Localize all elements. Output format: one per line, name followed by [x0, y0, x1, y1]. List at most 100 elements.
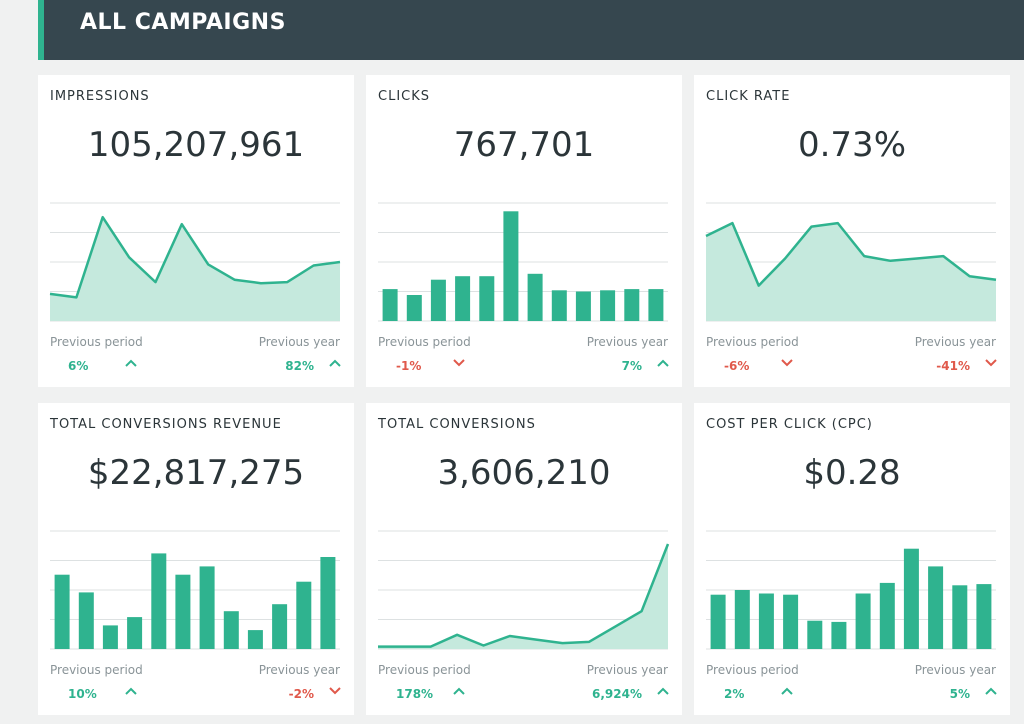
chart-bar[interactable]	[406, 295, 422, 321]
header-accent-bar	[38, 0, 44, 60]
previous-period-value: 178%	[396, 687, 434, 701]
chart-bar[interactable]	[758, 593, 774, 650]
previous-year-value: 5%	[949, 687, 970, 701]
previous-year-label: Previous year	[586, 335, 668, 349]
card-label: TOTAL CONVERSIONS	[378, 417, 536, 432]
chart-bar[interactable]	[272, 604, 288, 649]
chart-bar[interactable]	[382, 289, 398, 321]
chart-bar[interactable]	[600, 290, 616, 321]
kpi-card-total-conversions-revenue[interactable]: TOTAL CONVERSIONS REVENUE $22,817,275 Pr…	[38, 403, 354, 715]
card-label: TOTAL CONVERSIONS REVENUE	[50, 417, 282, 432]
previous-period-value: 6%	[68, 359, 89, 373]
previous-year-trend-icon	[985, 687, 997, 695]
chart-bar[interactable]	[879, 582, 895, 649]
card-label: CLICKS	[378, 89, 431, 104]
card-label: CLICK RATE	[706, 89, 791, 104]
previous-period-trend-icon	[453, 687, 465, 695]
card-label: IMPRESSIONS	[50, 89, 150, 104]
chart-bar[interactable]	[783, 594, 799, 649]
card-value: 105,207,961	[87, 125, 305, 165]
previous-period-label: Previous period	[706, 663, 799, 677]
chart-bar[interactable]	[151, 553, 167, 649]
chart-bar[interactable]	[624, 289, 640, 321]
chart-bar[interactable]	[855, 593, 871, 650]
kpi-card-clicks[interactable]: CLICKS 767,701 Previous period Previous …	[366, 75, 682, 387]
chart-bar[interactable]	[928, 566, 944, 649]
chart-bar[interactable]	[976, 584, 992, 649]
chart-bar[interactable]	[734, 590, 750, 649]
previous-year-trend-icon	[657, 687, 669, 695]
chart-bar[interactable]	[551, 290, 567, 321]
previous-period-value: 10%	[68, 687, 97, 701]
previous-period-trend-icon	[453, 359, 465, 367]
previous-year-label: Previous year	[586, 663, 668, 677]
card-value: 767,701	[453, 125, 595, 165]
previous-year-trend-icon	[985, 359, 997, 367]
chart-bar[interactable]	[223, 611, 239, 649]
card-chart[interactable]	[706, 530, 996, 650]
card-value: 3,606,210	[437, 453, 611, 493]
card-chart[interactable]	[50, 530, 340, 650]
page-header: ALL CAMPAIGNS	[38, 0, 1024, 60]
previous-period-value: -1%	[396, 359, 422, 373]
card-label: COST PER CLICK (CPC)	[706, 417, 873, 432]
chart-bar[interactable]	[455, 276, 471, 321]
chart-bar[interactable]	[952, 585, 968, 649]
chart-bar[interactable]	[247, 630, 263, 649]
previous-year-value: 82%	[285, 359, 314, 373]
chart-bar[interactable]	[831, 621, 847, 649]
card-chart[interactable]	[378, 202, 668, 322]
previous-year-value: 6,924%	[592, 687, 642, 701]
chart-area-fill	[378, 544, 668, 649]
previous-period-label: Previous period	[378, 335, 471, 349]
previous-period-trend-icon	[781, 359, 793, 367]
previous-period-label: Previous period	[50, 335, 143, 349]
chart-bar[interactable]	[127, 617, 143, 649]
chart-bar[interactable]	[102, 625, 118, 649]
chart-bar[interactable]	[903, 548, 919, 649]
previous-period-value: 2%	[724, 687, 745, 701]
previous-period-label: Previous period	[50, 663, 143, 677]
previous-period-trend-icon	[781, 687, 793, 695]
chart-bar[interactable]	[648, 289, 664, 321]
previous-period-label: Previous period	[706, 335, 799, 349]
previous-year-label: Previous year	[914, 335, 996, 349]
chart-bar[interactable]	[430, 279, 446, 321]
chart-bar[interactable]	[320, 557, 336, 649]
chart-bar[interactable]	[479, 276, 495, 321]
chart-bar[interactable]	[54, 574, 70, 649]
page-title: ALL CAMPAIGNS	[80, 10, 286, 35]
chart-bar[interactable]	[296, 581, 312, 649]
kpi-card-click-rate[interactable]: CLICK RATE 0.73% Previous period Previou…	[694, 75, 1010, 387]
card-chart[interactable]	[49, 202, 341, 322]
previous-period-trend-icon	[125, 687, 137, 695]
card-value: $0.28	[803, 453, 901, 493]
kpi-card-total-conversions[interactable]: TOTAL CONVERSIONS 3,606,210 Previous per…	[366, 403, 682, 715]
chart-bar[interactable]	[527, 273, 543, 321]
previous-year-label: Previous year	[258, 663, 340, 677]
kpi-card-impressions[interactable]: IMPRESSIONS 105,207,961 Previous period …	[38, 75, 354, 387]
previous-year-trend-icon	[329, 359, 341, 367]
card-value: 0.73%	[797, 125, 906, 165]
card-chart[interactable]	[378, 530, 670, 650]
chart-bar[interactable]	[199, 566, 215, 649]
chart-bar[interactable]	[807, 620, 823, 649]
previous-period-label: Previous period	[378, 663, 471, 677]
previous-year-trend-icon	[329, 687, 341, 695]
chart-bar[interactable]	[503, 211, 519, 321]
previous-period-value: -6%	[724, 359, 750, 373]
chart-bar[interactable]	[710, 594, 726, 649]
card-chart[interactable]	[705, 202, 997, 322]
kpi-card-cost-per-click[interactable]: COST PER CLICK (CPC) $0.28 Previous peri…	[694, 403, 1010, 715]
previous-year-label: Previous year	[914, 663, 996, 677]
previous-year-value: -41%	[936, 359, 970, 373]
previous-year-trend-icon	[657, 359, 669, 367]
previous-year-value: 7%	[621, 359, 642, 373]
previous-period-trend-icon	[125, 359, 137, 367]
previous-year-label: Previous year	[258, 335, 340, 349]
previous-year-value: -2%	[288, 687, 314, 701]
chart-bar[interactable]	[175, 574, 191, 649]
card-value: $22,817,275	[87, 453, 305, 493]
chart-bar[interactable]	[78, 592, 94, 649]
chart-bar[interactable]	[575, 291, 591, 322]
